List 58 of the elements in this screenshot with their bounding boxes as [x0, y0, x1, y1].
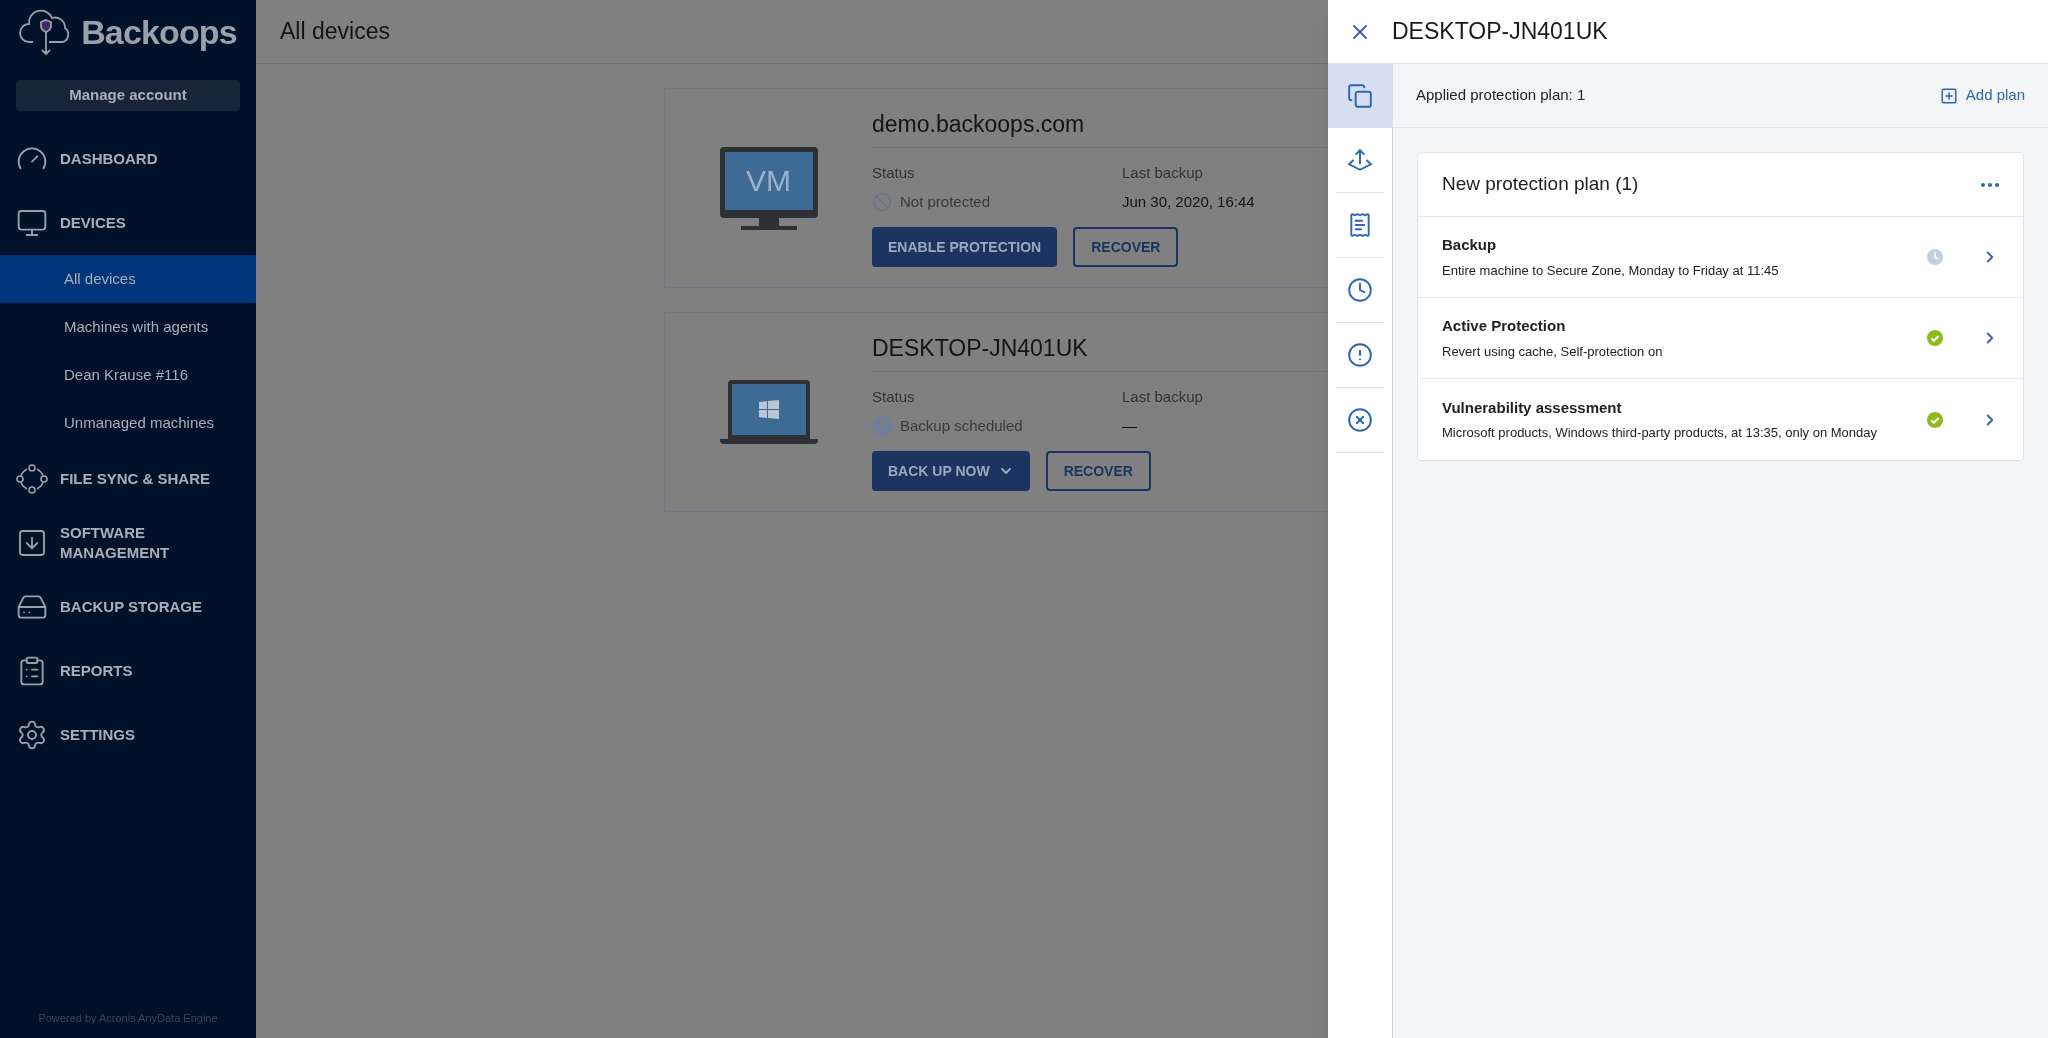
check-icon [1927, 330, 1943, 346]
last-backup-label: Last backup [1122, 163, 1204, 183]
action-button[interactable]: BACK UP NOW [872, 451, 1030, 491]
nav-item[interactable]: SOFTWARE MANAGEMENT [0, 511, 256, 575]
nav-item[interactable]: DEVICES [0, 191, 256, 255]
last-backup-label: Last backup [1122, 387, 1203, 407]
nav-item[interactable]: REPORTS [0, 639, 256, 703]
module-title: Active Protection [1442, 316, 1567, 336]
nav-item[interactable]: SETTINGS [0, 703, 256, 767]
cancel-icon [1347, 407, 1373, 433]
copy-icon [1347, 83, 1373, 109]
device-name: DESKTOP-JN401UK [872, 334, 1088, 363]
more-button[interactable] [1981, 182, 1999, 187]
nav-item[interactable]: BACKUP STORAGE [0, 575, 256, 639]
receipt-icon [1347, 212, 1373, 238]
clock-icon [1347, 277, 1373, 303]
status-label: Status [872, 387, 916, 407]
status-value: Not protected [900, 191, 991, 212]
nav-subitem[interactable]: Machines with agents [0, 303, 256, 351]
nav-subitem[interactable]: Unmanaged machines [0, 399, 256, 447]
device-name: demo.backoops.com [872, 110, 1085, 139]
more-icon [1981, 182, 1999, 187]
brand-name: Backoops [81, 11, 237, 53]
nav-item[interactable]: FILE SYNC & SHARE [0, 447, 256, 511]
plan-module-row[interactable]: Backup Entire machine to Secure Zone, Monday to Friday at 11:45 [1418, 217, 2023, 298]
status-label: Status [872, 163, 916, 183]
panel-title: DESKTOP-JN401UK [1392, 17, 1608, 47]
last-backup-value: — [1122, 415, 1138, 436]
nav-subitem[interactable]: Dean Krause #116 [0, 351, 256, 399]
module-title: Vulnerability assessment [1442, 397, 1623, 418]
upload-icon [1347, 147, 1373, 173]
clock-icon [1927, 249, 1943, 265]
laptop-icon [719, 380, 818, 444]
module-description: Microsoft products, Windows third-party products, at 13:35, only on Monday [1442, 424, 1878, 442]
plus-icon [1939, 86, 1958, 105]
clock-icon [872, 415, 892, 436]
applied-plans-count: Applied protection plan: 1 [1416, 85, 1586, 106]
nav-icon [16, 463, 48, 495]
plan-title: New protection plan (1) [1442, 172, 1639, 197]
nav-icon [16, 207, 48, 239]
module-description: Revert using cache, Self-protection on [1442, 342, 1664, 361]
nav-icon [16, 527, 48, 559]
page-title: All devices [280, 17, 390, 47]
action-button[interactable]: ENABLE PROTECTION [872, 227, 1058, 267]
nav-icon [16, 719, 48, 751]
alert-icon [1347, 342, 1373, 368]
nav-item[interactable]: DASHBOARD [0, 127, 256, 191]
module-title: Backup [1442, 235, 1498, 255]
plan-module-row[interactable]: Active Protection Revert using cache, Self-protection on [1418, 298, 2023, 379]
add-plan-link[interactable]: Add plan [1939, 84, 2025, 107]
last-backup-value: Jun 30, 2020, 16:44 [1122, 191, 1255, 212]
status-value: Backup scheduled [900, 415, 1023, 436]
manage-account-button[interactable]: Manage account [16, 80, 240, 111]
check-icon [1927, 411, 1943, 428]
nav-subitem[interactable]: All devices [0, 255, 256, 303]
panel-tab[interactable] [1327, 64, 1393, 128]
plan-module-row[interactable]: Vulnerability assessment Microsoft products, Windows third-party products, at 13:35, only on Monday [1418, 379, 2023, 460]
module-description: Entire machine to Secure Zone, Monday to Friday at 11:45 [1442, 261, 1780, 280]
